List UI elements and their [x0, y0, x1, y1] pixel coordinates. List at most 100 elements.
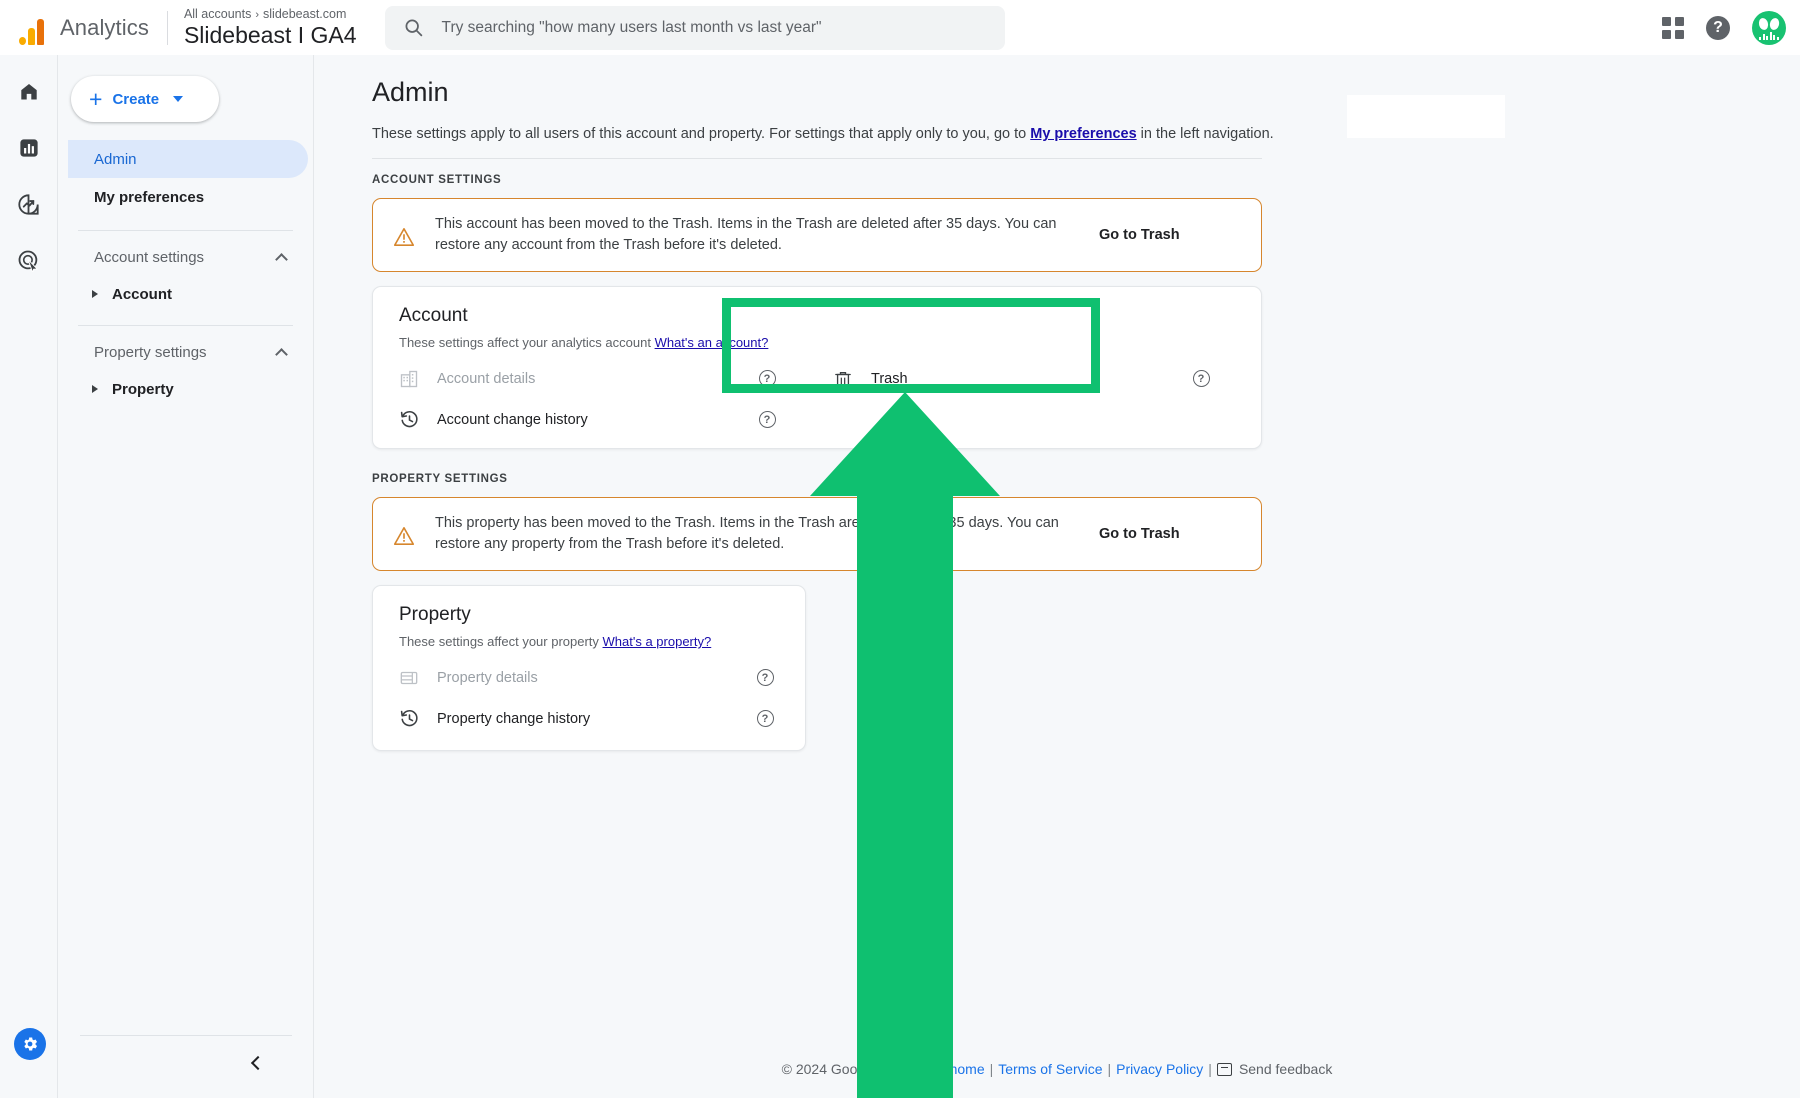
sidebar-item-property[interactable]: Property — [68, 372, 308, 406]
sidebar-item-account[interactable]: Account — [68, 277, 308, 311]
analytics-admin-page: Analytics All accounts › slidebeast.com Sl… — [0, 0, 1800, 1098]
page-description-text: These settings apply to all users of thi… — [372, 126, 1031, 142]
nav-group-label: Property settings — [94, 343, 207, 361]
nav-group-property-settings[interactable]: Property settings — [68, 332, 308, 372]
explore-trend-icon[interactable] — [14, 189, 44, 219]
nav-divider — [78, 230, 293, 231]
account-warning-text: This account has been moved to the Trash… — [435, 215, 1057, 253]
account-settings-section-label: ACCOUNT SETTINGS — [372, 174, 502, 186]
reports-bar-chart-icon[interactable] — [14, 133, 44, 163]
page-title: Admin — [372, 77, 449, 107]
property-card-columns: Property details ? Property change histo… — [373, 657, 805, 739]
history-clock-icon — [399, 409, 433, 430]
row-label: Property details — [437, 669, 538, 686]
account-card-title: Account — [399, 305, 468, 326]
help-circle-icon[interactable]: ? — [757, 370, 777, 387]
row-property-change-history[interactable]: Property change history ? — [373, 698, 805, 739]
help-circle-icon[interactable]: ? — [1191, 370, 1211, 387]
property-trash-warning: This property has been moved to the Tras… — [372, 497, 1262, 571]
account-card-columns: Account details ? Account change history — [373, 358, 1261, 440]
page-description-text-after: in the left navigation. — [1136, 126, 1274, 142]
send-feedback-link[interactable]: Send feedback — [1239, 1061, 1332, 1077]
feedback-icon — [1216, 1062, 1232, 1076]
go-to-trash-button-property[interactable]: Go to Trash — [1091, 526, 1261, 542]
chevron-left-icon — [250, 1055, 266, 1071]
analytics-home-link[interactable]: Analytics home — [890, 1061, 985, 1077]
chevron-down-icon — [173, 96, 184, 102]
help-circle-icon[interactable]: ? — [755, 710, 775, 727]
terms-of-service-link[interactable]: Terms of Service — [998, 1061, 1102, 1077]
building-icon — [399, 369, 433, 389]
left-icon-rail — [0, 55, 58, 1098]
account-card-left-column: Account details ? Account change history — [373, 358, 807, 440]
main-content: Admin These settings apply to all users … — [314, 55, 1800, 1098]
row-account-details[interactable]: Account details ? — [373, 358, 807, 399]
row-label: Account change history — [437, 411, 588, 428]
property-card-title: Property — [399, 604, 471, 625]
admin-nav-panel: + Create Admin My preferences Account se… — [58, 55, 314, 1098]
nav-bottom-divider — [80, 1035, 292, 1036]
nav-group-label: Account settings — [94, 248, 205, 266]
footer-separator: | — [989, 1061, 994, 1077]
nav-group-account-settings[interactable]: Account settings — [68, 237, 308, 277]
whats-an-account-link[interactable]: What's an account? — [655, 335, 769, 350]
create-button-label: Create — [112, 90, 160, 108]
history-clock-icon — [399, 708, 433, 729]
account-selector[interactable]: All accounts › slidebeast.com Slidebeast I… — [183, 6, 357, 49]
trash-icon — [833, 369, 867, 389]
footer-separator: | — [881, 1061, 885, 1077]
sidebar-item-label: Account — [112, 285, 172, 303]
breadcrumb-root: All accounts — [183, 6, 252, 21]
triangle-right-icon — [92, 290, 98, 298]
go-to-trash-button-account[interactable]: Go to Trash — [1091, 227, 1261, 243]
sidebar-item-admin[interactable]: Admin — [68, 140, 308, 178]
property-card: Property These settings affect your prop… — [372, 585, 806, 751]
top-bar: Analytics All accounts › slidebeast.com Sl… — [0, 0, 1800, 55]
help-circle-icon[interactable]: ? — [755, 669, 775, 686]
breadcrumb-current: slidebeast.com — [263, 6, 347, 21]
property-title: Slidebeast I GA4 — [183, 22, 357, 49]
whats-a-property-link[interactable]: What's a property? — [603, 634, 712, 649]
property-card-sub-text: These settings affect your property — [399, 634, 603, 649]
row-trash[interactable]: Trash ? — [807, 358, 1241, 399]
property-warning-text: This property has been moved to the Tras… — [435, 514, 1059, 552]
account-card-right-column: Trash ? — [807, 358, 1241, 440]
search-input[interactable]: Try searching "how many users last month… — [384, 5, 1005, 50]
privacy-policy-link[interactable]: Privacy Policy — [1116, 1061, 1203, 1077]
my-preferences-link[interactable]: My preferences — [1030, 126, 1136, 142]
home-icon[interactable] — [14, 77, 44, 107]
search-icon — [405, 19, 422, 37]
user-avatar-icon[interactable] — [1752, 10, 1786, 45]
apps-grid-icon[interactable] — [1662, 16, 1684, 39]
row-label: Property change history — [437, 710, 591, 727]
sidebar-item-my-preferences[interactable]: My preferences — [68, 178, 308, 216]
help-icon[interactable]: ? — [1706, 15, 1730, 40]
account-trash-warning: This account has been moved to the Trash… — [372, 198, 1262, 272]
account-card-subtitle: These settings affect your analytics acc… — [399, 335, 1261, 350]
page-description: These settings apply to all users of thi… — [372, 126, 1800, 142]
row-label: Account details — [437, 370, 536, 387]
plus-icon: + — [89, 85, 103, 112]
divider — [372, 158, 1262, 159]
warning-triangle-icon — [373, 523, 435, 546]
help-circle-icon[interactable]: ? — [757, 411, 777, 428]
warning-triangle-icon — [373, 224, 435, 247]
row-property-details[interactable]: Property details ? — [373, 657, 805, 698]
breadcrumb: All accounts › slidebeast.com — [183, 6, 357, 22]
footer-separator: | — [1208, 1061, 1212, 1077]
sidebar-item-label: Property — [112, 380, 174, 398]
advertising-cursor-icon[interactable] — [14, 245, 44, 275]
create-button[interactable]: + Create — [71, 76, 219, 122]
collapse-nav-button[interactable] — [243, 1050, 269, 1076]
footer-copyright: © 2024 Google — [781, 1061, 877, 1077]
chevron-up-icon — [275, 252, 288, 266]
row-account-change-history[interactable]: Account change history ? — [373, 399, 807, 440]
account-card: Account These settings affect your analy… — [372, 286, 1262, 449]
brand-divider — [166, 10, 168, 45]
chevron-up-icon — [275, 347, 288, 361]
property-card-left-column: Property details ? Property change histo… — [373, 657, 805, 739]
gear-icon[interactable] — [14, 1028, 46, 1060]
account-card-sub-text: These settings affect your analytics acc… — [399, 335, 655, 350]
blank-placeholder — [1347, 95, 1505, 138]
footer-separator: | — [1107, 1061, 1112, 1077]
